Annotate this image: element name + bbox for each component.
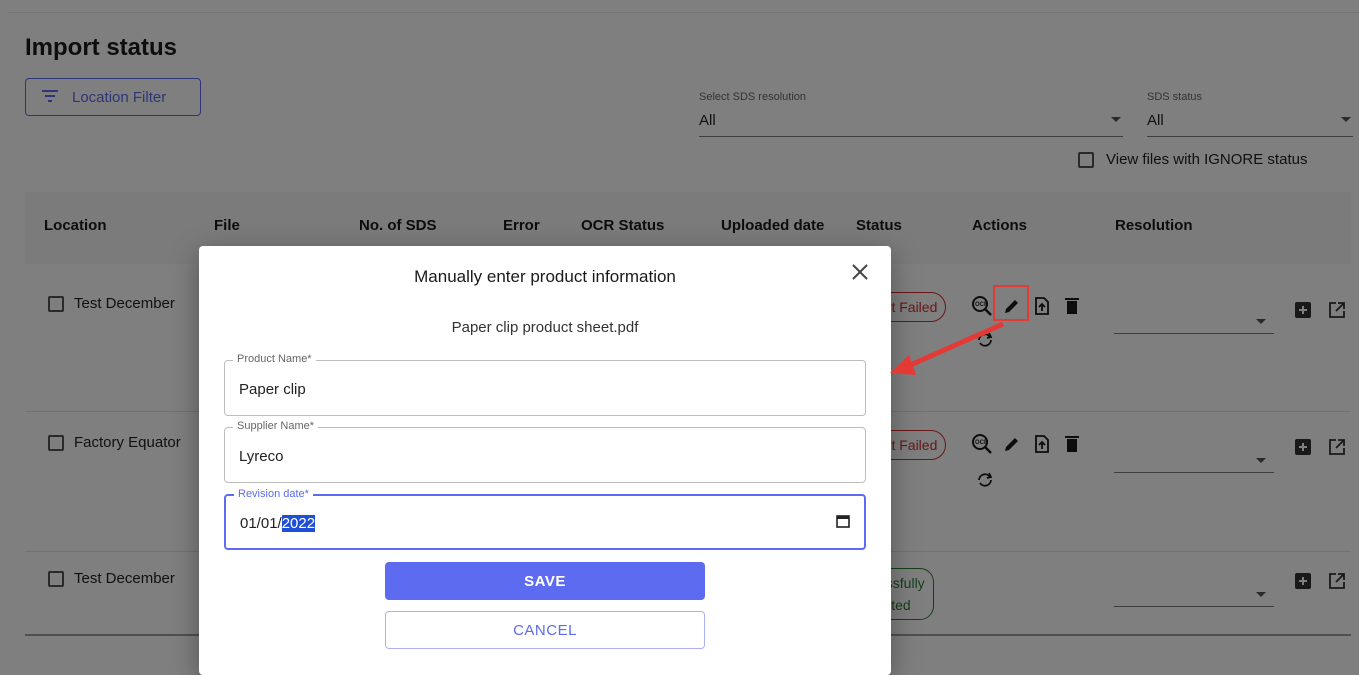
supplier-name-field[interactable]: Supplier Name* Lyreco [224, 420, 866, 483]
revision-date-field[interactable]: Revision date* 01/01/2022 [224, 488, 866, 550]
supplier-name-value[interactable]: Lyreco [239, 448, 283, 465]
product-name-label: Product Name* [233, 353, 316, 365]
revision-date-value[interactable]: 01/01/2022 [240, 515, 316, 532]
product-name-value[interactable]: Paper clip [239, 381, 306, 398]
revision-date-label: Revision date* [234, 488, 313, 500]
save-button[interactable]: SAVE [385, 562, 705, 600]
revision-date-selected: 2022 [281, 515, 316, 532]
revision-date-prefix: 01/01/ [240, 515, 282, 532]
supplier-name-label: Supplier Name* [233, 420, 319, 432]
dialog-file-name: Paper clip product sheet.pdf [451, 319, 639, 336]
calendar-icon[interactable] [836, 514, 850, 533]
dialog-title: Manually enter product information [414, 267, 676, 286]
manual-entry-dialog: Manually enter product information Paper… [199, 246, 891, 675]
annotation-highlight-box [993, 285, 1029, 321]
close-icon[interactable] [851, 262, 869, 286]
cancel-button[interactable]: CANCEL [385, 611, 705, 649]
product-name-field[interactable]: Product Name* Paper clip [224, 353, 866, 416]
